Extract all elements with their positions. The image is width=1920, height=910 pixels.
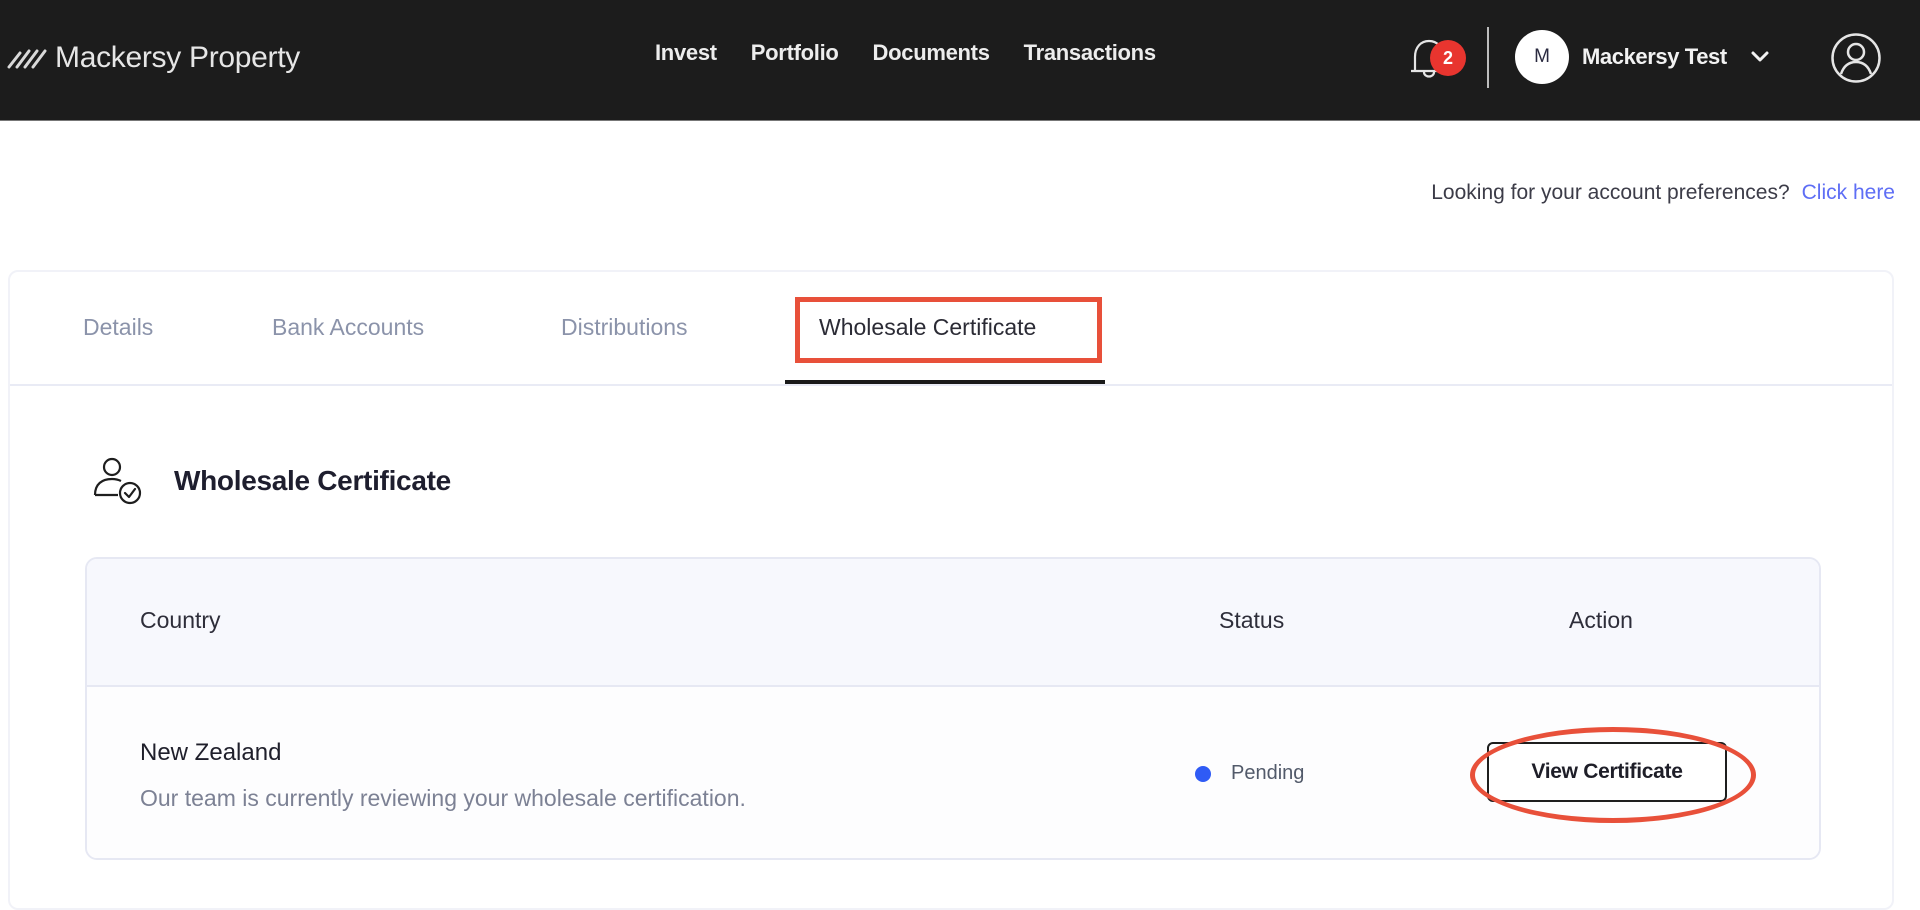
tab-bank-accounts[interactable]: Bank Accounts (272, 314, 424, 341)
tab-bar: Details Bank Accounts Distributions Whol… (10, 272, 1892, 386)
status-description: Our team is currently reviewing your who… (140, 785, 746, 811)
column-header-status: Status (1219, 607, 1285, 633)
user-name: Mackersy Test (1582, 44, 1727, 69)
table-row: New Zealand Our team is currently review… (87, 687, 1819, 858)
chevron-down-icon (1751, 51, 1769, 62)
nav-portfolio[interactable]: Portfolio (751, 40, 839, 66)
section-header: Wholesale Certificate (92, 457, 451, 505)
wholesale-certificate-table: Country Status Action New Zealand Our te… (85, 557, 1821, 860)
avatar: M (1515, 30, 1569, 84)
column-header-country: Country (140, 607, 221, 633)
tab-details[interactable]: Details (83, 314, 153, 341)
user-profile-icon[interactable] (1830, 32, 1882, 84)
column-header-action: Action (1569, 607, 1633, 633)
brand-name: Mackersy Property (55, 41, 300, 74)
active-tab-indicator (785, 380, 1105, 384)
header-divider (1487, 27, 1489, 88)
tab-wholesale-certificate[interactable]: Wholesale Certificate (819, 314, 1036, 341)
table-header: Country Status Action (87, 559, 1819, 687)
logo-stripes-icon (7, 49, 47, 69)
prefs-link[interactable]: Click here (1802, 181, 1895, 204)
nav-documents[interactable]: Documents (873, 40, 990, 66)
status-badge: Pending (1195, 762, 1304, 785)
notifications-button[interactable]: 2 (1407, 33, 1466, 83)
account-card: Details Bank Accounts Distributions Whol… (8, 270, 1894, 910)
nav-transactions[interactable]: Transactions (1024, 40, 1156, 66)
view-certificate-button[interactable]: View Certificate (1487, 742, 1727, 802)
main-nav: Invest Portfolio Documents Transactions (655, 40, 1156, 66)
nav-invest[interactable]: Invest (655, 40, 717, 66)
status-dot-icon (1195, 765, 1211, 782)
status-label: Pending (1231, 762, 1305, 784)
user-menu[interactable]: M Mackersy Test (1515, 30, 1770, 84)
tab-distributions[interactable]: Distributions (561, 314, 688, 341)
section-title: Wholesale Certificate (174, 465, 451, 496)
notification-badge: 2 (1430, 40, 1466, 76)
brand-logo[interactable]: Mackersy Property (7, 38, 300, 78)
account-preferences-hint: Looking for your account preferences? Cli… (1431, 181, 1895, 205)
top-navbar: Mackersy Property Invest Portfolio Docum… (0, 0, 1920, 121)
prefs-text: Looking for your account preferences? (1431, 181, 1790, 204)
country-name: New Zealand (140, 739, 282, 766)
user-check-icon (93, 457, 142, 505)
